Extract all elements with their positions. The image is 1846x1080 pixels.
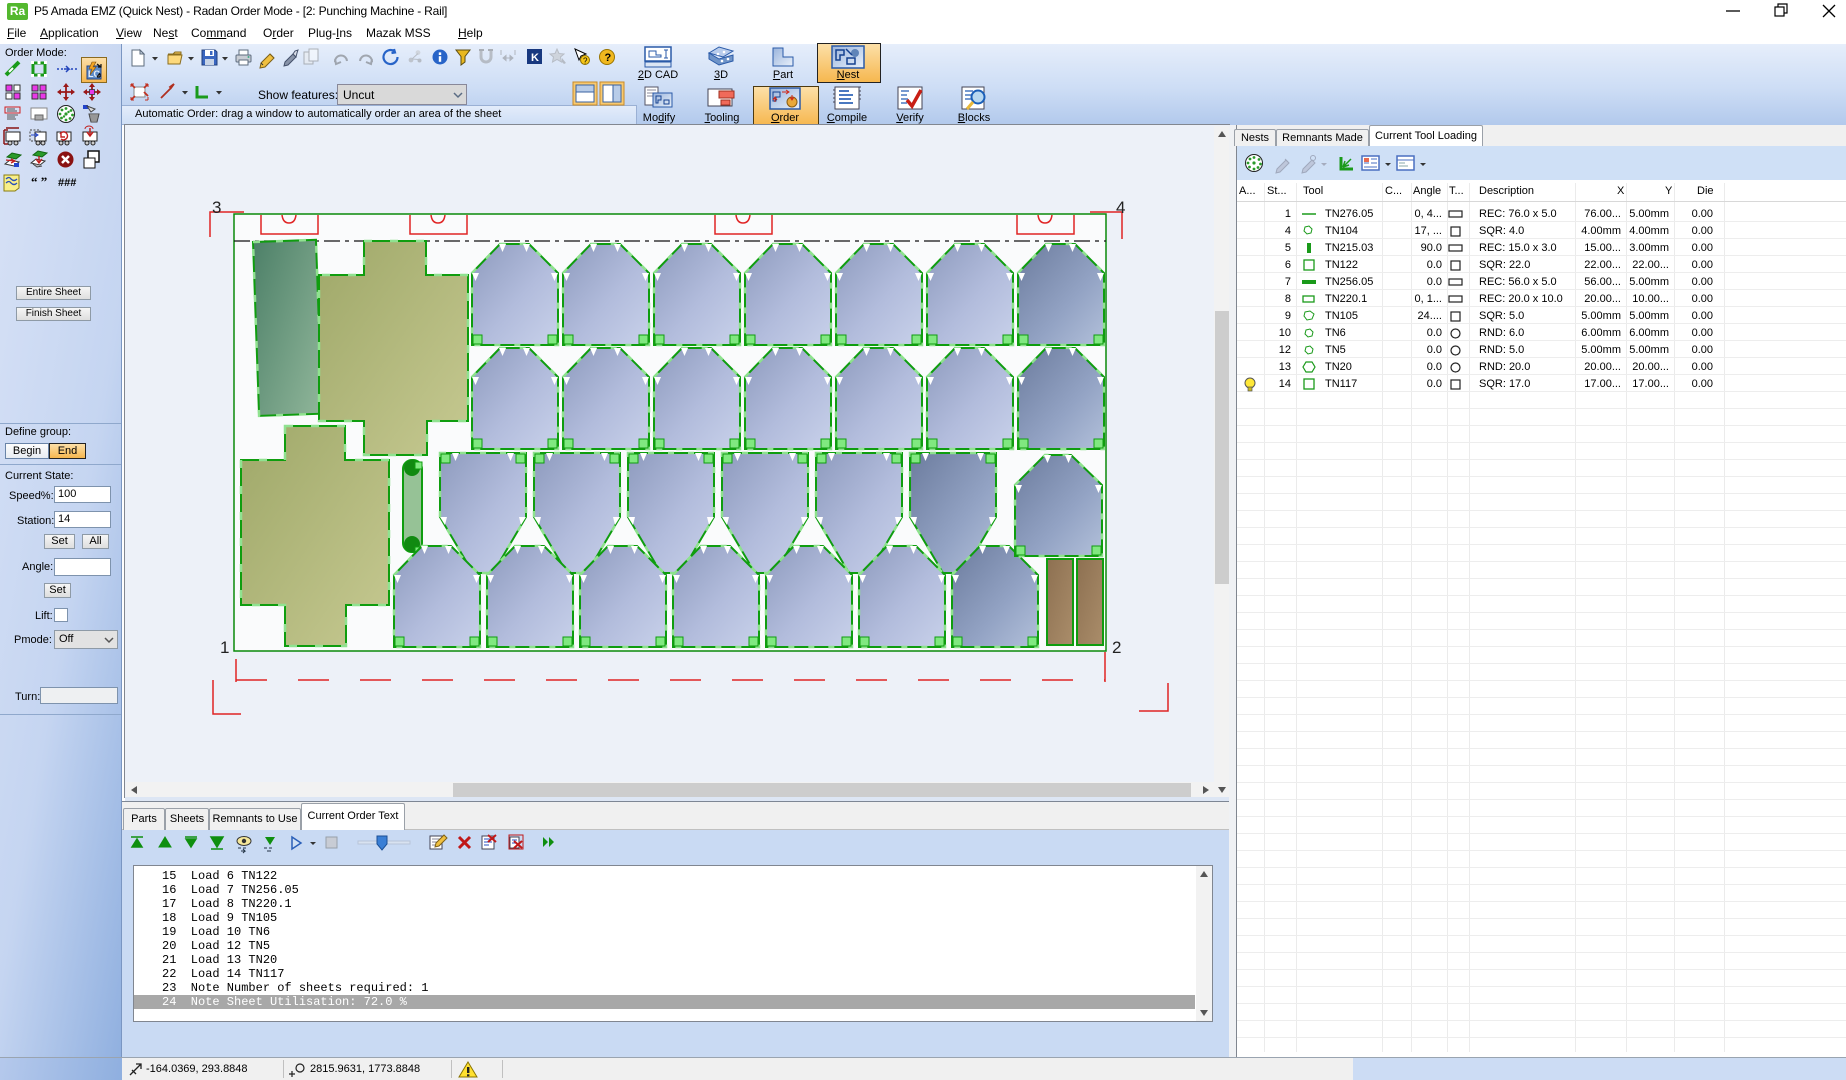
- svg-text:“ ”: “ ”: [31, 174, 47, 189]
- svg-text:?: ?: [583, 57, 588, 66]
- svg-text:K: K: [531, 52, 539, 64]
- svg-text:2: 2: [1112, 638, 1121, 657]
- svg-text:3: 3: [212, 198, 221, 217]
- svg-text:###: ###: [58, 177, 76, 189]
- svg-text:1: 1: [220, 638, 229, 657]
- svg-text:4: 4: [1116, 198, 1125, 217]
- svg-text:?: ?: [605, 52, 612, 64]
